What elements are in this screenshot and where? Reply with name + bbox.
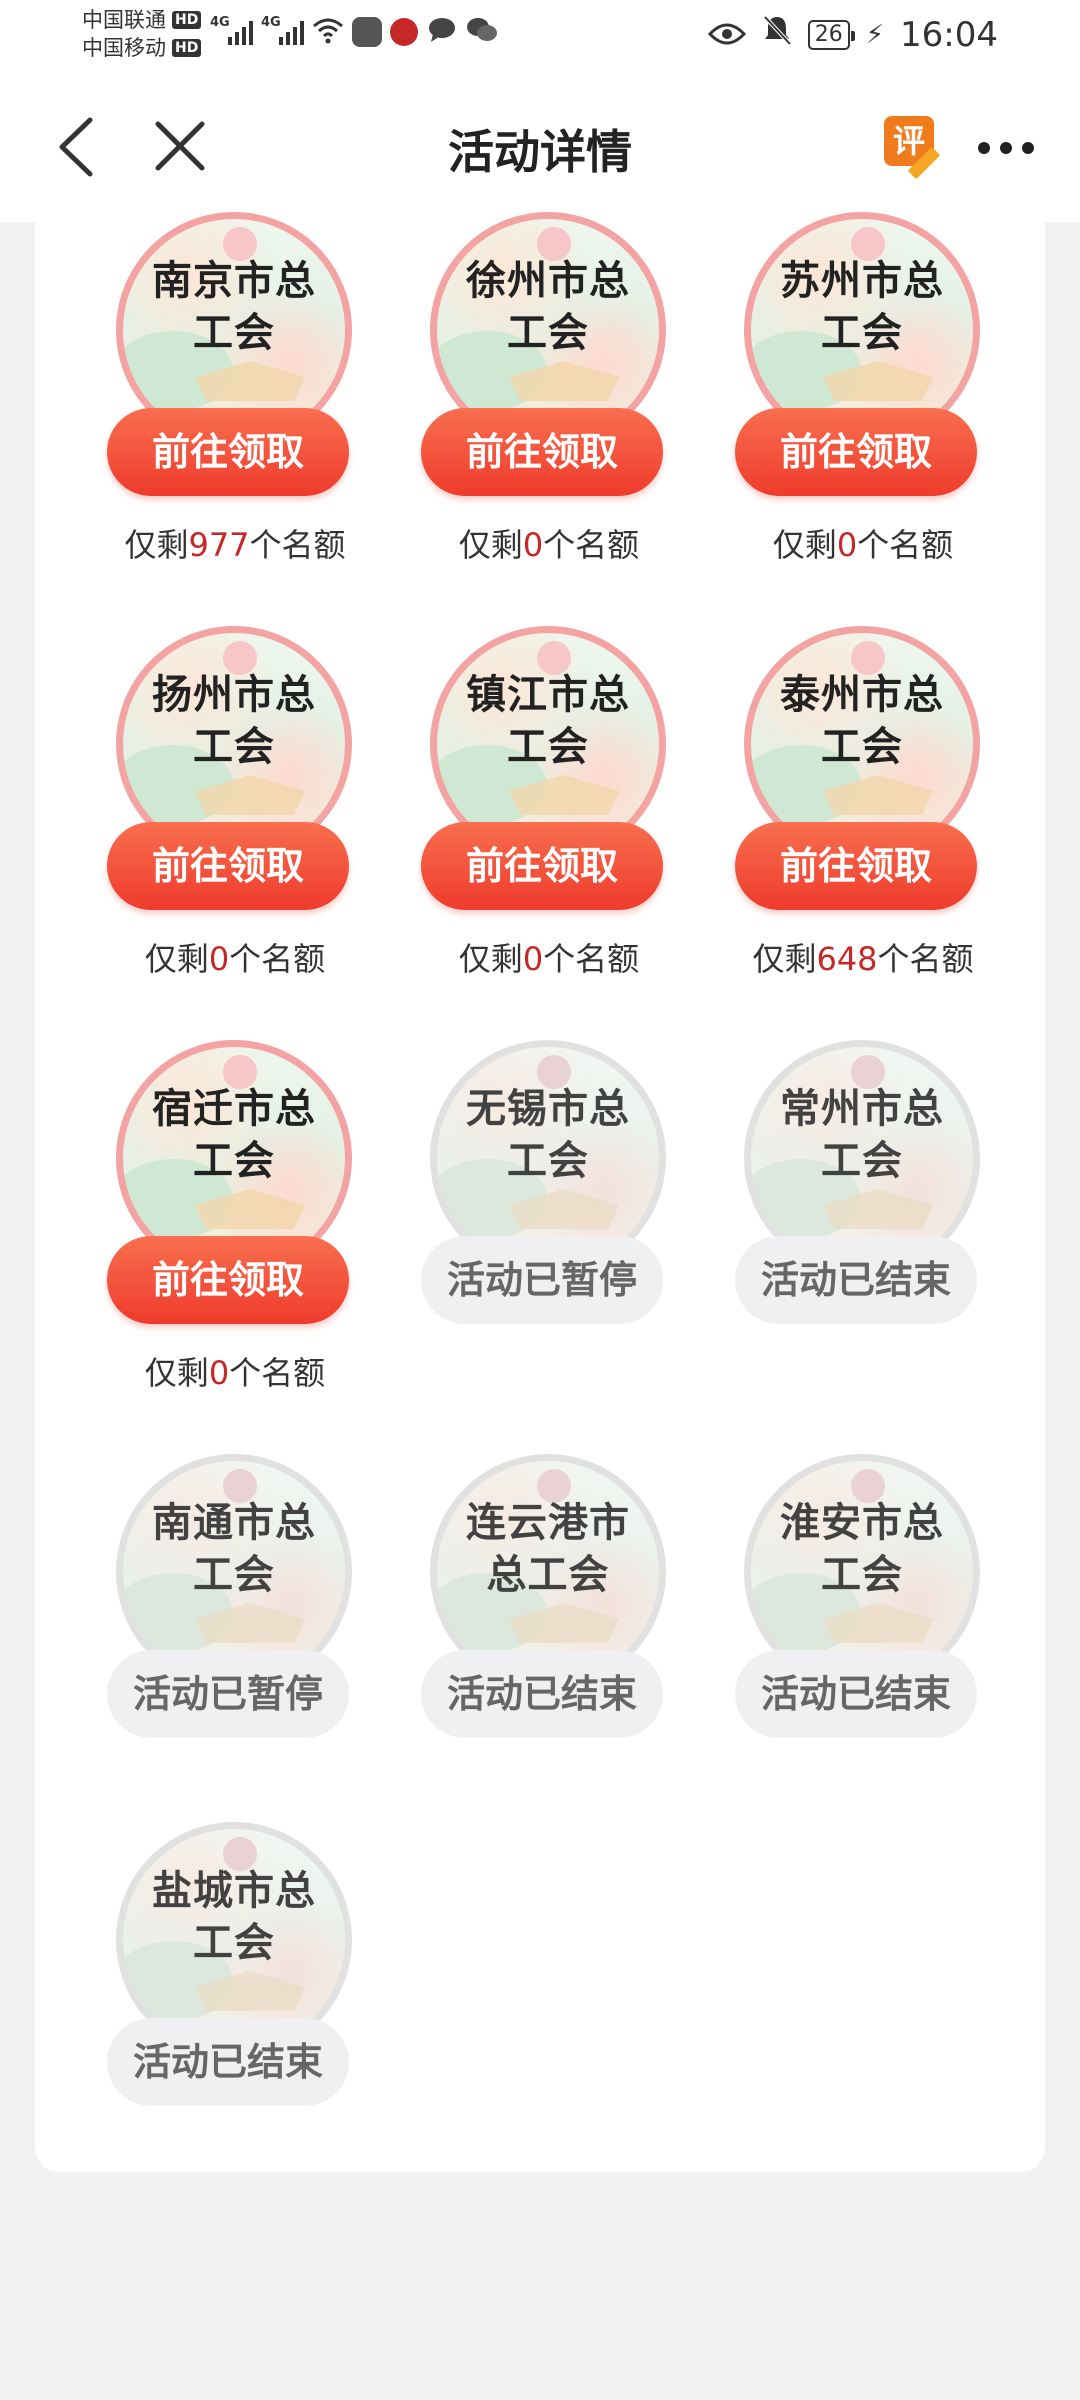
activity-status-button: 活动已暂停 <box>107 1650 349 1738</box>
remaining-prefix: 仅剩 <box>458 940 523 978</box>
bank-app-icon <box>390 18 418 46</box>
remaining-suffix: 个名额 <box>857 526 954 564</box>
network-type-label: 4G <box>210 15 230 30</box>
remaining-count: 0 <box>522 940 544 978</box>
union-item: 常州市总工会活动已结束 <box>733 1040 993 1410</box>
rate-button[interactable]: 评 <box>884 116 944 180</box>
remaining-count: 0 <box>208 940 230 978</box>
remaining-suffix: 个名额 <box>543 940 640 978</box>
activity-status-button: 活动已暂停 <box>421 1236 663 1324</box>
claim-button[interactable]: 前往领取 <box>107 1236 349 1324</box>
more-dot-icon <box>1022 142 1034 154</box>
union-name: 苏州市总工会 <box>780 258 944 356</box>
activity-status-button: 活动已结束 <box>107 2018 349 2106</box>
remaining-suffix: 个名额 <box>229 1354 326 1392</box>
hd-badge: HD <box>172 39 202 57</box>
claim-button[interactable]: 前往领取 <box>107 822 349 910</box>
remaining-suffix: 个名额 <box>543 526 640 564</box>
union-item: 苏州市总工会前往领取仅剩0个名额 <box>733 212 993 582</box>
more-dot-icon <box>978 142 990 154</box>
more-button[interactable] <box>978 128 1034 168</box>
union-item: 盐城市总工会活动已结束 <box>105 1822 365 2192</box>
remaining-suffix: 个名额 <box>229 940 326 978</box>
claim-button[interactable]: 前往领取 <box>735 822 977 910</box>
remaining-quota: 仅剩648个名额 <box>713 934 1013 980</box>
game-app-icon <box>352 17 382 47</box>
clock: 16:04 <box>900 14 998 55</box>
union-name: 扬州市总工会 <box>152 672 316 770</box>
battery-icon: 26 <box>807 19 855 50</box>
union-name: 南通市总工会 <box>152 1500 316 1598</box>
remaining-suffix: 个名额 <box>249 526 346 564</box>
remaining-prefix: 仅剩 <box>144 940 209 978</box>
union-item: 徐州市总工会前往领取仅剩0个名额 <box>419 212 679 582</box>
activity-status-button: 活动已结束 <box>735 1650 977 1738</box>
remaining-quota: 仅剩0个名额 <box>399 934 699 980</box>
union-name: 盐城市总工会 <box>152 1868 316 1966</box>
claim-button[interactable]: 前往领取 <box>107 408 349 496</box>
union-name: 宿迁市总工会 <box>152 1086 316 1184</box>
wechat-icon <box>466 16 498 48</box>
union-item: 南京市总工会前往领取仅剩977个名额 <box>105 212 365 582</box>
mute-icon <box>762 14 792 55</box>
remaining-prefix: 仅剩 <box>124 526 189 564</box>
remaining-count: 648 <box>816 940 878 978</box>
union-name: 徐州市总工会 <box>466 258 630 356</box>
union-item: 扬州市总工会前往领取仅剩0个名额 <box>105 626 365 996</box>
signal-icon: 4G <box>210 15 253 45</box>
union-name: 泰州市总工会 <box>780 672 944 770</box>
signal-icon: 4G <box>261 15 304 45</box>
nav-bar: 活动详情 评 <box>0 72 1080 222</box>
remaining-prefix: 仅剩 <box>772 526 837 564</box>
activity-status-button: 活动已结束 <box>421 1650 663 1738</box>
union-name: 无锡市总工会 <box>466 1086 630 1184</box>
network-type-label: 4G <box>261 15 281 30</box>
message-icon <box>426 16 458 48</box>
remaining-prefix: 仅剩 <box>752 940 817 978</box>
remaining-count: 0 <box>836 526 858 564</box>
hd-badge: HD <box>172 11 202 29</box>
carrier-2-label: 中国移动 <box>82 36 166 60</box>
carrier-1-label: 中国联通 <box>82 8 166 32</box>
remaining-quota: 仅剩0个名额 <box>85 1348 385 1394</box>
union-item: 淮安市总工会活动已结束 <box>733 1454 993 1824</box>
remaining-quota: 仅剩0个名额 <box>85 934 385 980</box>
union-name: 常州市总工会 <box>780 1086 944 1184</box>
carrier-info: 中国联通 HD 中国移动 HD <box>82 6 202 62</box>
union-item: 连云港市总工会活动已结束 <box>419 1454 679 1824</box>
more-dot-icon <box>1000 142 1012 154</box>
remaining-count: 0 <box>522 526 544 564</box>
claim-button[interactable]: 前往领取 <box>735 408 977 496</box>
remaining-count: 977 <box>188 526 250 564</box>
union-item: 宿迁市总工会前往领取仅剩0个名额 <box>105 1040 365 1410</box>
claim-button[interactable]: 前往领取 <box>421 822 663 910</box>
remaining-prefix: 仅剩 <box>144 1354 209 1392</box>
union-name: 淮安市总工会 <box>780 1500 944 1598</box>
remaining-count: 0 <box>208 1354 230 1392</box>
remaining-quota: 仅剩0个名额 <box>713 520 1013 566</box>
union-name: 南京市总工会 <box>152 258 316 356</box>
wifi-icon <box>312 16 344 48</box>
status-right: 26 ⚡ 16:04 <box>707 14 998 55</box>
union-item: 南通市总工会活动已暂停 <box>105 1454 365 1824</box>
union-item: 无锡市总工会活动已暂停 <box>419 1040 679 1410</box>
activity-status-button: 活动已结束 <box>735 1236 977 1324</box>
eye-comfort-icon <box>707 15 746 55</box>
remaining-prefix: 仅剩 <box>458 526 523 564</box>
remaining-suffix: 个名额 <box>877 940 974 978</box>
union-item: 镇江市总工会前往领取仅剩0个名额 <box>419 626 679 996</box>
status-icons: 4G 4G <box>210 15 498 48</box>
union-list-card: 南京市总工会 前往领取 仅剩977个名额 徐州市总工会 前往领取 仅剩0个名额 苏州市总工会… <box>35 212 1045 2172</box>
charging-icon: ⚡ <box>865 19 885 50</box>
union-name: 连云港市总工会 <box>466 1500 630 1598</box>
claim-button[interactable]: 前往领取 <box>421 408 663 496</box>
remaining-quota: 仅剩0个名额 <box>399 520 699 566</box>
status-bar: 中国联通 HD 中国移动 HD 4G 4G 26 ⚡ 16:04 <box>0 0 1080 72</box>
union-name: 镇江市总工会 <box>466 672 630 770</box>
remaining-quota: 仅剩977个名额 <box>85 520 385 566</box>
union-item: 泰州市总工会前往领取仅剩648个名额 <box>733 626 993 996</box>
